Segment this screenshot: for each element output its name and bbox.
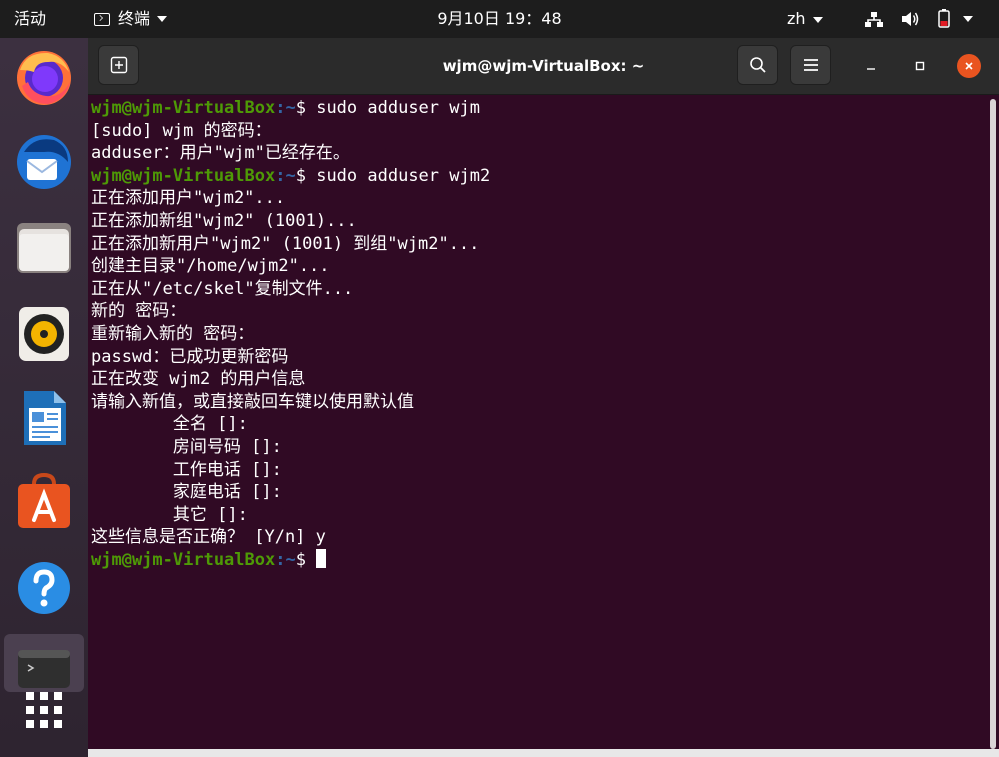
terminal-output-line: 新的 密码： [91,301,187,322]
terminal-prompt-line: wjm@wjm-VirtualBox:~$ [91,548,490,572]
prompt-command: sudo adduser wjm [316,98,480,118]
prompt-user: wjm@wjm-VirtualBox [91,549,276,570]
prompt-path: :~ [275,549,296,570]
dock-item-writer[interactable] [14,388,74,448]
writer-icon [24,391,66,445]
show-apps-button[interactable] [14,680,74,740]
prompt-symbol: $ [295,549,317,570]
terminal-output-line: [sudo] wjm 的密码： [91,120,272,141]
terminal-icon [94,12,110,26]
prompt-path: :~ [275,98,296,118]
maximize-button[interactable] [908,54,932,78]
app-menu[interactable]: 终端 [94,0,168,38]
prompt-symbol: $ [295,165,317,186]
dock-item-rhythmbox[interactable] [14,304,74,364]
terminal-output-line: 正在改变 wjm2 的用户信息 [91,369,306,390]
maximize-icon [915,61,925,71]
header-bar[interactable]: wjm@wjm-VirtualBox: ~ [88,38,999,95]
chevron-down-icon [157,16,168,22]
new-tab-icon [110,56,127,74]
terminal-prompt-line: wjm@wjm-VirtualBox:~$ sudo adduser wjm [91,97,490,120]
help-icon [18,562,70,614]
terminal-output-line: 其它 []: [91,504,248,525]
chevron-down-icon [963,16,973,22]
prompt-user: wjm@wjm-VirtualBox [91,98,276,118]
prompt-symbol: $ [295,98,317,118]
terminal-output-line: 创建主目录"/home/wjm2"... [91,256,330,277]
menu-button[interactable] [790,45,831,85]
hamburger-icon [803,59,818,71]
dock-item-software[interactable] [14,472,74,532]
battery-icon [938,9,950,28]
close-icon [965,62,973,70]
thunderbird-icon [17,135,71,189]
dock [0,38,88,757]
dock-item-thunderbird[interactable] [14,132,74,192]
app-menu-label: 终端 [118,9,151,28]
minimize-icon [867,68,875,70]
terminal-output: wjm@wjm-VirtualBox:~$ sudo adduser wjm [s… [91,97,490,571]
terminal-output-line: adduser：用户"wjm"已经存在。 [91,143,350,164]
rhythmbox-icon [19,307,69,361]
terminal-output-line: passwd：已成功更新密码 [91,346,289,367]
network-icon[interactable] [864,0,884,38]
software-icon [18,472,70,528]
dock-item-files[interactable] [14,218,74,278]
terminal-window: wjm@wjm-VirtualBox: ~ wjm@wjm-VirtualBox… [88,38,999,757]
app-grid-icon [26,692,62,728]
minimize-button[interactable] [859,54,883,78]
terminal-output-line: 全名 []: [91,414,248,435]
bottom-strip [88,749,999,757]
input-method-menu[interactable]: zh [787,0,823,38]
prompt-command: sudo adduser wjm2 [316,165,491,186]
volume-icon[interactable] [900,0,920,38]
top-bar: 活动 终端 9月10日 19：48 zh [0,0,999,38]
close-button[interactable] [957,54,981,78]
search-icon [749,57,766,73]
window-title: wjm@wjm-VirtualBox: ~ [442,57,645,75]
terminal-output-line: 房间号码 []: [91,436,282,457]
system-menu[interactable] [937,0,973,38]
terminal-view[interactable]: wjm@wjm-VirtualBox:~$ sudo adduser wjm [s… [88,95,999,757]
terminal-output-line: 家庭电话 []: [91,482,282,503]
terminal-prompt-line: wjm@wjm-VirtualBox:~$ sudo adduser wjm2 [91,165,490,188]
prompt-user: wjm@wjm-VirtualBox [91,165,276,186]
clock[interactable]: 9月10日 19：48 [437,9,561,28]
new-tab-button[interactable] [98,45,139,85]
dock-item-help[interactable] [14,558,74,618]
scrollbar[interactable] [990,99,996,749]
terminal-output-line: 请输入新值，或直接敲回车键以使用默认值 [91,391,414,412]
terminal-output-line: 正在添加新用户"wjm2" (1001) 到组"wjm2"... [91,233,480,254]
search-button[interactable] [737,45,778,85]
terminal-output-line: 正在添加用户"wjm2"... [91,188,286,209]
text-cursor [316,548,327,568]
prompt-path: :~ [275,165,296,186]
terminal-output-line: 重新输入新的 密码： [91,323,255,344]
firefox-icon [17,51,71,105]
terminal-output-line: 工作电话 []: [91,459,282,480]
terminal-output-line: 这些信息是否正确？ [Y/n] y [91,527,326,548]
dock-item-firefox[interactable] [14,48,74,108]
terminal-output-line: 正在从"/etc/skel"复制文件... [91,278,354,299]
activities-button[interactable]: 活动 [14,0,46,38]
input-method-label: zh [787,9,806,28]
files-icon [17,223,71,273]
terminal-output-line: 正在添加新组"wjm2" (1001)... [91,210,357,231]
chevron-down-icon [812,16,823,23]
